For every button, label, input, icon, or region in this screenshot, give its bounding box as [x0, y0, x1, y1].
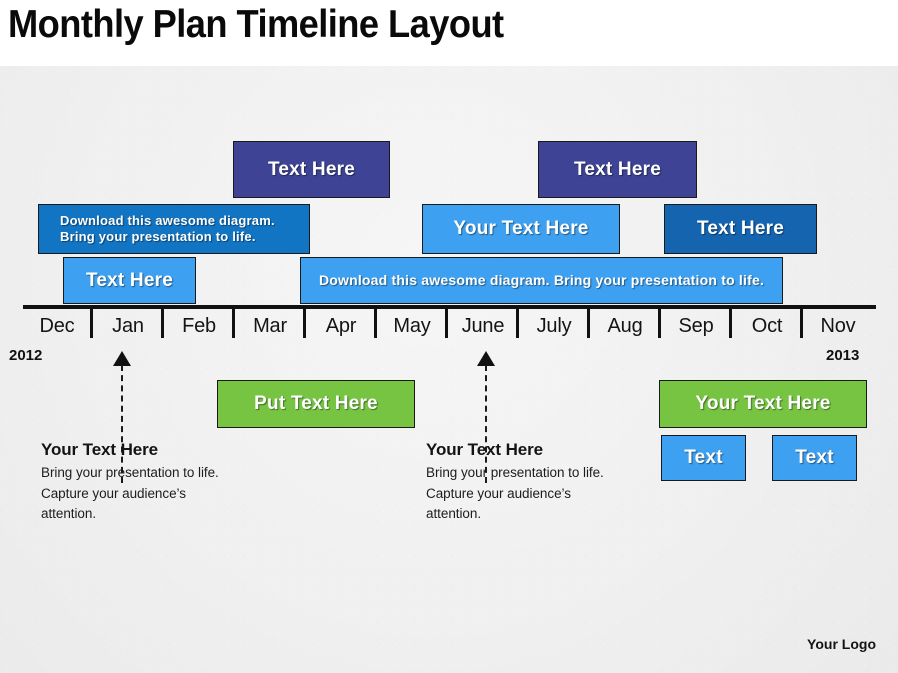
- annotation-jan-line-3: attention.: [41, 506, 97, 522]
- month-label-sep: Sep: [678, 315, 714, 337]
- diagram-area: Text Here Text Here Download this awesom…: [0, 66, 898, 673]
- year-label-end: 2013: [826, 347, 860, 364]
- leader-arrow-june-icon: [477, 351, 495, 366]
- timeline-bar-low-2[interactable]: Download this awesome diagram. Bring you…: [300, 257, 783, 304]
- annotation-june-line-3: attention.: [426, 506, 482, 522]
- timeline-axis: [23, 305, 876, 309]
- annotation-june: Your Text Here Bring your presentation t…: [426, 440, 676, 525]
- slide-header: Monthly Plan Timeline Layout: [0, 0, 898, 66]
- month-label-feb: Feb: [182, 315, 216, 337]
- annotation-june-line-1: Bring your presentation to life.: [426, 465, 604, 480]
- month-label-dec: Dec: [39, 315, 75, 337]
- timeline-bar-below-green-2-label: Your Text Here: [695, 393, 831, 415]
- timeline-bar-mid-2[interactable]: Your Text Here: [422, 204, 620, 254]
- timeline-bar-mid-1[interactable]: Download this awesome diagram. Bring you…: [38, 204, 310, 254]
- month-label-may: May: [393, 315, 431, 337]
- month-label-oct: Oct: [751, 315, 783, 337]
- timeline-bar-top-2-label: Text Here: [574, 158, 661, 180]
- month-label-apr: Apr: [325, 315, 357, 337]
- timeline-bar-mid-3[interactable]: Text Here: [664, 204, 817, 254]
- background-texture: [0, 66, 898, 673]
- timeline-bar-mid-2-label: Your Text Here: [453, 218, 589, 240]
- timeline-bar-mid-1-label: Download this awesome diagram. Bring you…: [60, 212, 275, 244]
- annotation-jan: Your Text Here Bring your presentation t…: [41, 440, 291, 525]
- timeline-bar-top-1-label: Text Here: [268, 158, 355, 180]
- month-label-june: June: [461, 315, 505, 337]
- timeline-bar-below-blue-1-label: Text: [684, 447, 723, 469]
- timeline-bar-top-2[interactable]: Text Here: [538, 141, 697, 198]
- timeline-bar-below-green-1-label: Put Text Here: [254, 393, 378, 415]
- slide-canvas: Monthly Plan Timeline Layout Text Here T…: [0, 0, 898, 673]
- timeline-bar-low-1[interactable]: Text Here: [63, 257, 196, 304]
- month-label-mar: Mar: [253, 315, 287, 337]
- page-title: Monthly Plan Timeline Layout: [8, 3, 504, 46]
- annotation-jan-title: Your Text Here: [41, 440, 159, 459]
- timeline-bar-below-blue-2[interactable]: Text: [772, 435, 857, 481]
- timeline-bar-below-green-2[interactable]: Your Text Here: [659, 380, 867, 428]
- annotation-jan-line-1: Bring your presentation to life.: [41, 465, 219, 480]
- annotation-jan-line-2: Capture your audience’s: [41, 485, 186, 501]
- timeline-bar-low-1-label: Text Here: [86, 269, 173, 291]
- annotation-june-line-2: Capture your audience’s: [426, 485, 571, 501]
- month-label-nov: Nov: [820, 315, 856, 337]
- logo-placeholder: Your Logo: [807, 636, 876, 652]
- timeline-bar-low-2-label: Download this awesome diagram. Bring you…: [318, 271, 765, 288]
- timeline-bar-below-green-1[interactable]: Put Text Here: [217, 380, 415, 428]
- leader-arrow-jan-icon: [113, 351, 131, 366]
- month-label-july: July: [536, 315, 572, 337]
- timeline-bar-top-1[interactable]: Text Here: [233, 141, 390, 198]
- timeline-bar-mid-3-label: Text Here: [697, 218, 784, 240]
- year-label-start: 2012: [9, 347, 43, 364]
- month-label-jan: Jan: [112, 315, 144, 337]
- timeline-bar-below-blue-2-label: Text: [795, 447, 834, 469]
- annotation-june-title: Your Text Here: [426, 440, 544, 459]
- month-label-aug: Aug: [607, 315, 643, 337]
